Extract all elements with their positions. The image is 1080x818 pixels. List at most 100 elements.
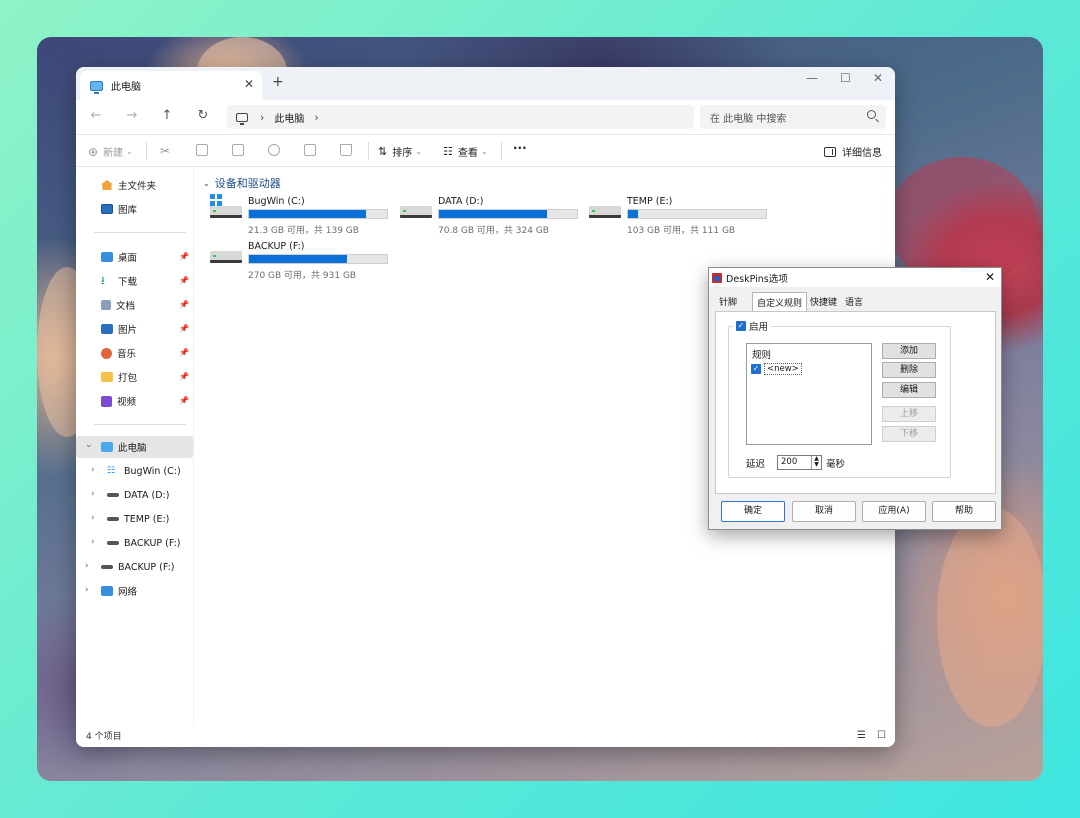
details-pane-button[interactable]: 详细信息 [824,144,882,159]
ok-button[interactable]: 确定 [721,501,785,522]
back-button[interactable]: ← [86,108,106,123]
chevron-right-icon[interactable]: › [85,585,89,595]
drive-usage-fill [439,210,547,218]
drive-tile-d[interactable]: DATA (D:) 70.8 GB 可用，共 324 GB [400,196,580,236]
edit-button[interactable]: 编辑 [882,382,936,398]
sidebar-item-drive-d[interactable]: › DATA (D:) [76,484,193,506]
chevron-right-icon[interactable]: › [91,513,95,523]
breadcrumb-this-pc[interactable]: 此电脑 [274,110,304,125]
group-header-devices[interactable]: ⌄ 设备和驱动器 [203,175,281,191]
details-view-icon[interactable]: ☰ [857,730,866,741]
sidebar-item-drive-f[interactable]: › BACKUP (F:) [76,532,193,554]
chevron-right-icon[interactable]: › [91,489,95,499]
sidebar-item-gallery[interactable]: 图库 [76,198,193,220]
chevron-down-icon: ⌄ [415,147,422,156]
sidebar-item-label: 打包 [118,373,138,384]
spin-down-icon[interactable]: ▼ [812,462,821,468]
chevron-right-icon[interactable]: › [91,537,95,547]
tab-custom-rules[interactable]: 自定义规则 [752,292,808,312]
copy-icon[interactable] [196,144,208,156]
rules-list[interactable]: 规则 ✓ <new> [746,343,872,445]
breadcrumb-chevron-icon[interactable]: › [314,111,318,124]
drive-tile-e[interactable]: TEMP (E:) 103 GB 可用，共 111 GB [589,196,769,236]
drive-name: BugWin (C:) [248,196,305,207]
delay-stepper[interactable]: 200 ▲ ▼ [777,455,823,470]
stepper-arrows[interactable]: ▲ ▼ [811,456,821,469]
document-icon [101,300,111,310]
more-options-icon[interactable]: ··· [513,141,527,155]
apply-button[interactable]: 应用(A) [862,501,926,522]
paste-icon[interactable] [232,144,244,156]
cut-icon[interactable]: ✂ [160,144,170,158]
chevron-down-icon: ⌄ [203,178,210,188]
computer-icon [90,80,103,94]
delete-icon[interactable] [340,144,352,156]
tab-hotkeys[interactable]: 快捷键 [810,295,837,308]
tiles-view-icon[interactable]: ☐ [877,730,886,741]
deskpins-options-dialog: DeskPins选项 ✕ 针脚 自定义规则 快捷键 语言 ✓ 启用 规则 ✓ <… [708,267,1002,530]
pin-icon[interactable]: 📌 [179,372,189,381]
drive-usage-bar [248,254,388,264]
up-button[interactable]: ↑ [157,108,177,123]
move-down-button[interactable]: 下移 [882,426,936,442]
drive-tile-c[interactable]: BugWin (C:) 21.3 GB 可用，共 139 GB [210,194,390,236]
sidebar-item-network[interactable]: › 网络 [76,580,193,602]
pin-icon[interactable]: 📌 [179,396,189,405]
checkbox-checked-icon[interactable]: ✓ [751,364,761,374]
help-button[interactable]: 帮助 [932,501,996,522]
drive-tile-f[interactable]: BACKUP (F:) 270 GB 可用，共 931 GB [210,241,390,281]
dialog-close-icon[interactable]: ✕ [985,270,995,284]
sidebar-item-pictures[interactable]: 图片 📌 [76,318,193,340]
chevron-right-icon[interactable]: › [85,561,89,571]
breadcrumb-chevron-icon[interactable]: › [260,111,264,124]
search-input[interactable]: 在 此电脑 中搜索 [700,105,886,129]
cancel-button[interactable]: 取消 [792,501,856,522]
sidebar-item-package[interactable]: 打包 📌 [76,366,193,388]
refresh-button[interactable]: ↻ [193,108,213,123]
drive-icon [107,541,119,545]
sidebar-item-drive-c[interactable]: › ☷ BugWin (C:) [76,460,193,482]
list-item[interactable]: ✓ <new> [751,363,802,375]
rename-icon[interactable] [268,144,280,156]
close-button[interactable]: ✕ [873,71,883,85]
chevron-down-icon[interactable]: ⌄ [85,440,93,450]
sidebar-item-label: BACKUP (F:) [118,561,175,573]
view-button[interactable]: ☷ 查看 ⌄ [443,144,488,159]
sidebar-item-videos[interactable]: 视频 📌 [76,390,193,412]
windows-drive-icon: ☷ [107,466,116,476]
pin-icon[interactable]: 📌 [179,276,189,285]
delete-button[interactable]: 删除 [882,362,936,378]
title-bar: 此电脑 ✕ + — ☐ ✕ [76,67,895,100]
minimize-button[interactable]: — [806,71,818,85]
sidebar-item-home[interactable]: 主文件夹 [76,174,193,196]
command-bar: ⊕ 新建 ⌄ ✂ ⇅ 排序 ⌄ ☷ 查看 ⌄ ··· 详细信息 [76,135,895,167]
new-button[interactable]: ⊕ 新建 ⌄ [88,144,133,160]
navigation-bar: ← → ↑ ↻ › 此电脑 › 在 此电脑 中搜索 [76,100,895,135]
sidebar-item-desktop[interactable]: 桌面 📌 [76,246,193,268]
tab-language[interactable]: 语言 [845,295,863,308]
sidebar-item-this-pc[interactable]: ⌄ 此电脑 [76,436,193,458]
sidebar-item-documents[interactable]: 文档 📌 [76,294,193,316]
sidebar-item-backup[interactable]: › BACKUP (F:) [76,556,193,578]
pin-icon[interactable]: 📌 [179,324,189,333]
pin-icon[interactable]: 📌 [179,300,189,309]
share-icon[interactable] [304,144,316,156]
new-tab-button[interactable]: + [272,74,284,90]
move-up-button[interactable]: 上移 [882,406,936,422]
sidebar-item-downloads[interactable]: ⭳ 下载 📌 [76,270,193,292]
enable-checkbox[interactable]: ✓ 启用 [733,319,772,333]
maximize-button[interactable]: ☐ [840,71,851,85]
tab-close-icon[interactable]: ✕ [244,77,254,91]
forward-button[interactable]: → [122,108,142,123]
address-bar[interactable]: › 此电脑 › [227,105,694,129]
sort-button[interactable]: ⇅ 排序 ⌄ [378,144,422,159]
tab-this-pc[interactable]: 此电脑 ✕ [80,71,262,100]
chevron-right-icon[interactable]: › [91,465,95,475]
pin-icon[interactable]: 📌 [179,252,189,261]
delay-value: 200 [781,457,798,467]
pin-icon[interactable]: 📌 [179,348,189,357]
tab-pins[interactable]: 针脚 [719,295,737,308]
sidebar-item-music[interactable]: 音乐 📌 [76,342,193,364]
sidebar-item-drive-e[interactable]: › TEMP (E:) [76,508,193,530]
add-button[interactable]: 添加 [882,343,936,359]
